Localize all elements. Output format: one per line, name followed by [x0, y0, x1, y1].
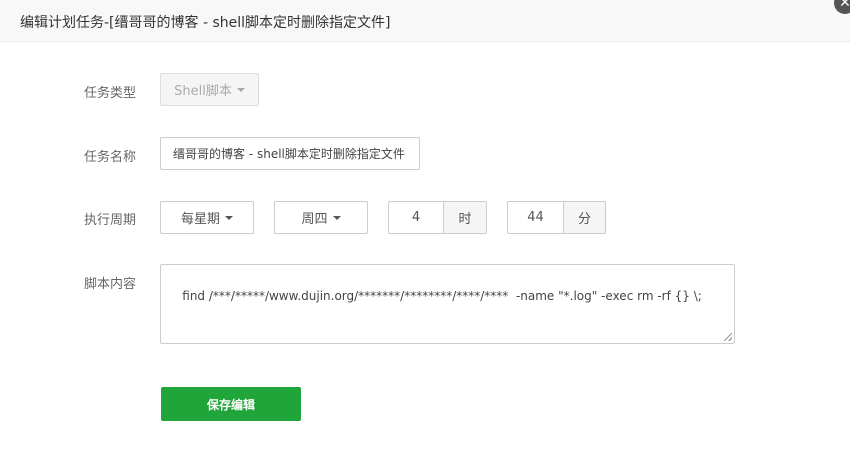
chevron-down-icon: [236, 87, 245, 92]
minute-input[interactable]: 44: [507, 201, 563, 234]
dialog-title: 编辑计划任务-[缙哥哥的博客 - shell脚本定时删除指定文件]: [20, 15, 391, 31]
weekday-value: 周四: [301, 212, 328, 227]
save-button[interactable]: 保存编辑: [161, 387, 301, 421]
task-name-value: 缙哥哥的博客 - shell脚本定时删除指定文件: [173, 147, 405, 161]
hour-input-group: 4 时: [388, 201, 487, 234]
period-select[interactable]: 每星期: [160, 201, 254, 234]
script-textarea[interactable]: find /***/*****/www.dujin.org/*******/**…: [160, 264, 735, 344]
period-value: 每星期: [180, 212, 220, 227]
task-name-input[interactable]: 缙哥哥的博客 - shell脚本定时删除指定文件: [160, 137, 420, 170]
minute-unit: 分: [563, 201, 606, 234]
script-value: find /***/*****/www.dujin.org/*******/**…: [182, 289, 702, 303]
edit-task-dialog: 编辑计划任务-[缙哥哥的博客 - shell脚本定时删除指定文件] ✕ 任务类型…: [0, 0, 850, 450]
task-type-value: Shell脚本: [174, 84, 232, 99]
cycle-label: 执行周期: [84, 213, 137, 228]
task-name-label: 任务名称: [84, 150, 137, 165]
task-type-select[interactable]: Shell脚本: [160, 73, 259, 106]
dialog-header: 编辑计划任务-[缙哥哥的博客 - shell脚本定时删除指定文件]: [0, 0, 850, 42]
resize-handle-icon[interactable]: [724, 333, 732, 341]
script-label: 脚本内容: [84, 277, 137, 292]
minute-input-group: 44 分: [507, 201, 606, 234]
hour-unit: 时: [443, 201, 487, 234]
hour-input[interactable]: 4: [388, 201, 443, 234]
weekday-select[interactable]: 周四: [274, 201, 368, 234]
chevron-down-icon: [332, 215, 341, 220]
task-type-label: 任务类型: [84, 86, 137, 101]
chevron-down-icon: [225, 215, 233, 220]
